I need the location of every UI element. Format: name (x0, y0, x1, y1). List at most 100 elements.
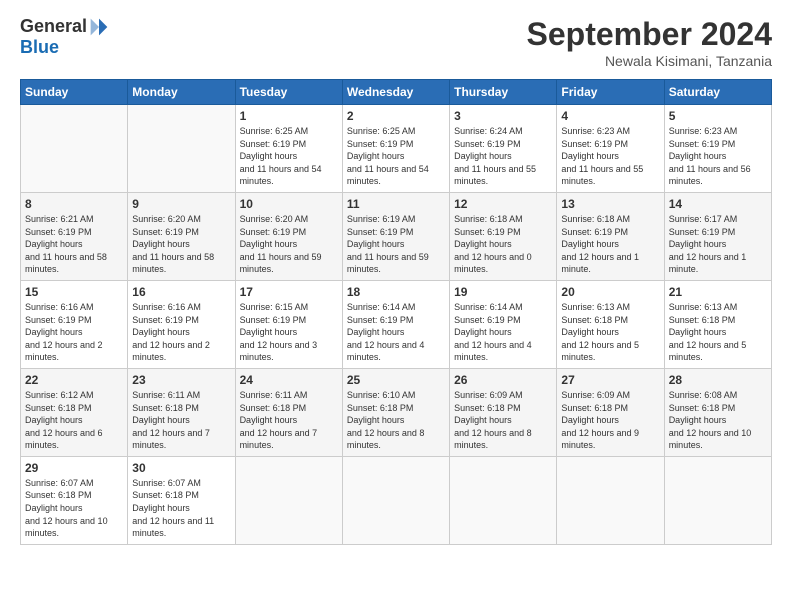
calendar-header-thursday: Thursday (450, 80, 557, 105)
calendar-cell: 17 Sunrise: 6:15 AMSunset: 6:19 PMDaylig… (235, 280, 342, 368)
calendar-cell: 30 Sunrise: 6:07 AMSunset: 6:18 PMDaylig… (128, 456, 235, 544)
day-info: Sunrise: 6:11 AMSunset: 6:18 PMDaylight … (132, 390, 210, 450)
day-number: 20 (561, 285, 659, 299)
title-block: September 2024 Newala Kisimani, Tanzania (527, 16, 772, 69)
day-number: 22 (25, 373, 123, 387)
day-info: Sunrise: 6:19 AMSunset: 6:19 PMDaylight … (347, 214, 429, 274)
calendar-cell: 2 Sunrise: 6:25 AMSunset: 6:19 PMDayligh… (342, 105, 449, 193)
day-info: Sunrise: 6:20 AMSunset: 6:19 PMDaylight … (240, 214, 322, 274)
calendar-cell: 28 Sunrise: 6:08 AMSunset: 6:18 PMDaylig… (664, 368, 771, 456)
calendar-cell: 4 Sunrise: 6:23 AMSunset: 6:19 PMDayligh… (557, 105, 664, 193)
day-info: Sunrise: 6:23 AMSunset: 6:19 PMDaylight … (669, 126, 751, 186)
calendar-cell: 23 Sunrise: 6:11 AMSunset: 6:18 PMDaylig… (128, 368, 235, 456)
calendar-cell: 27 Sunrise: 6:09 AMSunset: 6:18 PMDaylig… (557, 368, 664, 456)
day-number: 18 (347, 285, 445, 299)
day-number: 5 (669, 109, 767, 123)
day-number: 2 (347, 109, 445, 123)
day-info: Sunrise: 6:18 AMSunset: 6:19 PMDaylight … (561, 214, 639, 274)
day-info: Sunrise: 6:08 AMSunset: 6:18 PMDaylight … (669, 390, 752, 450)
calendar-cell: 22 Sunrise: 6:12 AMSunset: 6:18 PMDaylig… (21, 368, 128, 456)
calendar-cell: 16 Sunrise: 6:16 AMSunset: 6:19 PMDaylig… (128, 280, 235, 368)
calendar-cell: 24 Sunrise: 6:11 AMSunset: 6:18 PMDaylig… (235, 368, 342, 456)
day-number: 29 (25, 461, 123, 475)
day-number: 3 (454, 109, 552, 123)
day-number: 15 (25, 285, 123, 299)
calendar-cell (342, 456, 449, 544)
day-info: Sunrise: 6:13 AMSunset: 6:18 PMDaylight … (669, 302, 747, 362)
calendar-cell (128, 105, 235, 193)
day-info: Sunrise: 6:14 AMSunset: 6:19 PMDaylight … (347, 302, 425, 362)
day-info: Sunrise: 6:23 AMSunset: 6:19 PMDaylight … (561, 126, 643, 186)
day-number: 24 (240, 373, 338, 387)
day-info: Sunrise: 6:16 AMSunset: 6:19 PMDaylight … (132, 302, 210, 362)
calendar-cell: 5 Sunrise: 6:23 AMSunset: 6:19 PMDayligh… (664, 105, 771, 193)
day-number: 28 (669, 373, 767, 387)
calendar-header-wednesday: Wednesday (342, 80, 449, 105)
calendar-cell: 29 Sunrise: 6:07 AMSunset: 6:18 PMDaylig… (21, 456, 128, 544)
calendar-cell: 3 Sunrise: 6:24 AMSunset: 6:19 PMDayligh… (450, 105, 557, 193)
day-number: 4 (561, 109, 659, 123)
day-number: 25 (347, 373, 445, 387)
calendar-cell: 25 Sunrise: 6:10 AMSunset: 6:18 PMDaylig… (342, 368, 449, 456)
calendar-cell: 20 Sunrise: 6:13 AMSunset: 6:18 PMDaylig… (557, 280, 664, 368)
day-info: Sunrise: 6:20 AMSunset: 6:19 PMDaylight … (132, 214, 214, 274)
calendar-cell (557, 456, 664, 544)
day-info: Sunrise: 6:16 AMSunset: 6:19 PMDaylight … (25, 302, 103, 362)
day-info: Sunrise: 6:09 AMSunset: 6:18 PMDaylight … (561, 390, 639, 450)
month-title: September 2024 (527, 16, 772, 53)
day-number: 23 (132, 373, 230, 387)
header: General Blue September 2024 Newala Kisim… (20, 16, 772, 69)
calendar-table: SundayMondayTuesdayWednesdayThursdayFrid… (20, 79, 772, 545)
day-info: Sunrise: 6:24 AMSunset: 6:19 PMDaylight … (454, 126, 536, 186)
day-number: 17 (240, 285, 338, 299)
calendar-cell: 26 Sunrise: 6:09 AMSunset: 6:18 PMDaylig… (450, 368, 557, 456)
day-number: 26 (454, 373, 552, 387)
day-number: 30 (132, 461, 230, 475)
day-number: 8 (25, 197, 123, 211)
calendar-header-tuesday: Tuesday (235, 80, 342, 105)
logo: General Blue (20, 16, 109, 58)
calendar-cell (21, 105, 128, 193)
calendar-cell: 18 Sunrise: 6:14 AMSunset: 6:19 PMDaylig… (342, 280, 449, 368)
calendar-header-friday: Friday (557, 80, 664, 105)
calendar-cell (664, 456, 771, 544)
calendar-cell: 12 Sunrise: 6:18 AMSunset: 6:19 PMDaylig… (450, 192, 557, 280)
day-info: Sunrise: 6:10 AMSunset: 6:18 PMDaylight … (347, 390, 425, 450)
day-info: Sunrise: 6:18 AMSunset: 6:19 PMDaylight … (454, 214, 532, 274)
day-number: 16 (132, 285, 230, 299)
calendar-cell: 19 Sunrise: 6:14 AMSunset: 6:19 PMDaylig… (450, 280, 557, 368)
day-number: 14 (669, 197, 767, 211)
calendar-week-3: 15 Sunrise: 6:16 AMSunset: 6:19 PMDaylig… (21, 280, 772, 368)
calendar-header-saturday: Saturday (664, 80, 771, 105)
page: General Blue September 2024 Newala Kisim… (0, 0, 792, 612)
day-info: Sunrise: 6:17 AMSunset: 6:19 PMDaylight … (669, 214, 747, 274)
calendar-cell (450, 456, 557, 544)
day-info: Sunrise: 6:09 AMSunset: 6:18 PMDaylight … (454, 390, 532, 450)
logo-blue-text: Blue (20, 37, 59, 58)
calendar-week-5: 29 Sunrise: 6:07 AMSunset: 6:18 PMDaylig… (21, 456, 772, 544)
day-info: Sunrise: 6:15 AMSunset: 6:19 PMDaylight … (240, 302, 318, 362)
calendar-cell: 11 Sunrise: 6:19 AMSunset: 6:19 PMDaylig… (342, 192, 449, 280)
logo-flag-icon (89, 17, 109, 37)
day-number: 1 (240, 109, 338, 123)
calendar-cell: 1 Sunrise: 6:25 AMSunset: 6:19 PMDayligh… (235, 105, 342, 193)
calendar-cell: 9 Sunrise: 6:20 AMSunset: 6:19 PMDayligh… (128, 192, 235, 280)
day-number: 10 (240, 197, 338, 211)
day-info: Sunrise: 6:11 AMSunset: 6:18 PMDaylight … (240, 390, 318, 450)
day-info: Sunrise: 6:13 AMSunset: 6:18 PMDaylight … (561, 302, 639, 362)
calendar-cell: 10 Sunrise: 6:20 AMSunset: 6:19 PMDaylig… (235, 192, 342, 280)
calendar-cell: 21 Sunrise: 6:13 AMSunset: 6:18 PMDaylig… (664, 280, 771, 368)
day-number: 19 (454, 285, 552, 299)
calendar-cell: 14 Sunrise: 6:17 AMSunset: 6:19 PMDaylig… (664, 192, 771, 280)
day-number: 11 (347, 197, 445, 211)
day-number: 21 (669, 285, 767, 299)
day-info: Sunrise: 6:14 AMSunset: 6:19 PMDaylight … (454, 302, 532, 362)
day-info: Sunrise: 6:21 AMSunset: 6:19 PMDaylight … (25, 214, 107, 274)
location: Newala Kisimani, Tanzania (527, 53, 772, 69)
calendar-header-monday: Monday (128, 80, 235, 105)
day-number: 9 (132, 197, 230, 211)
calendar-cell: 8 Sunrise: 6:21 AMSunset: 6:19 PMDayligh… (21, 192, 128, 280)
calendar-week-1: 1 Sunrise: 6:25 AMSunset: 6:19 PMDayligh… (21, 105, 772, 193)
day-number: 13 (561, 197, 659, 211)
calendar-week-4: 22 Sunrise: 6:12 AMSunset: 6:18 PMDaylig… (21, 368, 772, 456)
